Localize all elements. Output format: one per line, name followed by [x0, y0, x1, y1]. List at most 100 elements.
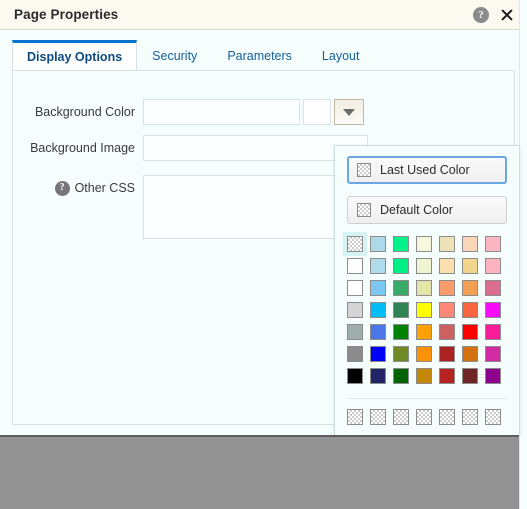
color-swatch[interactable] — [416, 236, 432, 252]
color-swatch[interactable] — [393, 324, 409, 340]
color-swatch-cell[interactable] — [485, 302, 501, 318]
color-swatch-cell[interactable] — [439, 324, 455, 340]
color-swatch[interactable] — [485, 280, 501, 296]
color-swatch-cell[interactable] — [416, 302, 432, 318]
color-swatch[interactable] — [347, 324, 363, 340]
color-swatch[interactable] — [439, 368, 455, 384]
color-swatch[interactable] — [485, 368, 501, 384]
color-swatch-cell[interactable] — [370, 280, 386, 296]
color-swatch-cell[interactable] — [347, 368, 363, 384]
tab-parameters[interactable]: Parameters — [212, 40, 307, 70]
help-circle-icon[interactable]: ? — [54, 180, 70, 196]
color-swatch-cell[interactable] — [439, 258, 455, 274]
background-color-input[interactable] — [143, 99, 300, 125]
color-swatch[interactable] — [370, 258, 386, 274]
color-swatch[interactable] — [416, 280, 432, 296]
color-swatch[interactable] — [393, 302, 409, 318]
color-swatch[interactable] — [485, 302, 501, 318]
color-swatch[interactable] — [393, 280, 409, 296]
recent-color-swatch[interactable] — [485, 409, 501, 425]
color-swatch[interactable] — [370, 236, 386, 252]
color-swatch-cell[interactable] — [370, 324, 386, 340]
color-swatch-cell[interactable] — [393, 324, 409, 340]
recent-color-swatch[interactable] — [393, 409, 409, 425]
color-swatch[interactable] — [347, 280, 363, 296]
color-swatch-cell[interactable] — [462, 258, 478, 274]
color-swatch[interactable] — [462, 236, 478, 252]
color-swatch-cell[interactable] — [416, 280, 432, 296]
background-color-preview[interactable] — [303, 99, 331, 125]
default-color-button[interactable]: Default Color — [347, 196, 507, 224]
color-swatch-cell[interactable] — [370, 368, 386, 384]
color-swatch[interactable] — [347, 302, 363, 318]
color-swatch-cell[interactable] — [485, 368, 501, 384]
color-swatch[interactable] — [393, 236, 409, 252]
color-swatch-cell[interactable] — [343, 232, 367, 256]
color-swatch-cell[interactable] — [462, 324, 478, 340]
color-swatch[interactable] — [347, 346, 363, 362]
color-swatch-cell[interactable] — [485, 346, 501, 362]
color-swatch-cell[interactable] — [462, 280, 478, 296]
color-swatch[interactable] — [347, 368, 363, 384]
close-x-icon[interactable] — [499, 7, 515, 23]
color-swatch-cell[interactable] — [370, 346, 386, 362]
color-swatch[interactable] — [393, 346, 409, 362]
tab-layout[interactable]: Layout — [307, 40, 375, 70]
tab-display-options[interactable]: Display Options — [12, 40, 138, 70]
color-swatch-cell[interactable] — [393, 302, 409, 318]
color-swatch[interactable] — [416, 324, 432, 340]
color-swatch[interactable] — [485, 346, 501, 362]
color-swatch-cell[interactable] — [393, 368, 409, 384]
color-swatch-cell[interactable] — [347, 324, 363, 340]
recent-color-swatch[interactable] — [370, 409, 386, 425]
color-swatch-cell[interactable] — [439, 236, 455, 252]
color-swatch-cell[interactable] — [485, 280, 501, 296]
color-swatch-cell[interactable] — [393, 258, 409, 274]
color-swatch[interactable] — [439, 324, 455, 340]
color-swatch-cell[interactable] — [393, 236, 409, 252]
color-swatch[interactable] — [439, 302, 455, 318]
color-swatch-cell[interactable] — [416, 258, 432, 274]
color-swatch-cell[interactable] — [393, 280, 409, 296]
color-swatch-cell[interactable] — [462, 346, 478, 362]
color-swatch[interactable] — [439, 346, 455, 362]
color-swatch-cell[interactable] — [462, 236, 478, 252]
color-swatch-cell[interactable] — [416, 346, 432, 362]
recent-color-swatch[interactable] — [462, 409, 478, 425]
color-swatch[interactable] — [462, 258, 478, 274]
color-swatch[interactable] — [347, 236, 363, 252]
color-swatch[interactable] — [370, 346, 386, 362]
color-swatch[interactable] — [370, 280, 386, 296]
color-swatch-cell[interactable] — [485, 236, 501, 252]
color-swatch-cell[interactable] — [439, 368, 455, 384]
help-circle-icon[interactable]: ? — [473, 6, 489, 23]
color-swatch[interactable] — [439, 236, 455, 252]
color-swatch[interactable] — [485, 324, 501, 340]
color-swatch-cell[interactable] — [347, 302, 363, 318]
color-swatch-cell[interactable] — [416, 324, 432, 340]
color-swatch[interactable] — [393, 368, 409, 384]
color-swatch[interactable] — [370, 302, 386, 318]
color-swatch-cell[interactable] — [416, 368, 432, 384]
color-swatch[interactable] — [416, 302, 432, 318]
recent-color-swatch[interactable] — [347, 409, 363, 425]
color-swatch[interactable] — [347, 258, 363, 274]
color-swatch[interactable] — [462, 280, 478, 296]
background-color-dropdown-button[interactable] — [334, 99, 364, 125]
color-swatch-cell[interactable] — [462, 368, 478, 384]
color-swatch[interactable] — [462, 324, 478, 340]
color-swatch-cell[interactable] — [347, 258, 363, 274]
color-swatch[interactable] — [416, 368, 432, 384]
color-swatch[interactable] — [416, 258, 432, 274]
color-swatch[interactable] — [370, 368, 386, 384]
color-swatch-cell[interactable] — [439, 346, 455, 362]
color-swatch-cell[interactable] — [485, 324, 501, 340]
color-swatch-cell[interactable] — [393, 346, 409, 362]
color-swatch-cell[interactable] — [370, 258, 386, 274]
recent-color-swatch[interactable] — [416, 409, 432, 425]
last-used-color-button[interactable]: Last Used Color — [347, 156, 507, 184]
color-swatch[interactable] — [462, 302, 478, 318]
color-swatch[interactable] — [393, 258, 409, 274]
color-swatch-cell[interactable] — [370, 236, 386, 252]
color-swatch[interactable] — [485, 236, 501, 252]
